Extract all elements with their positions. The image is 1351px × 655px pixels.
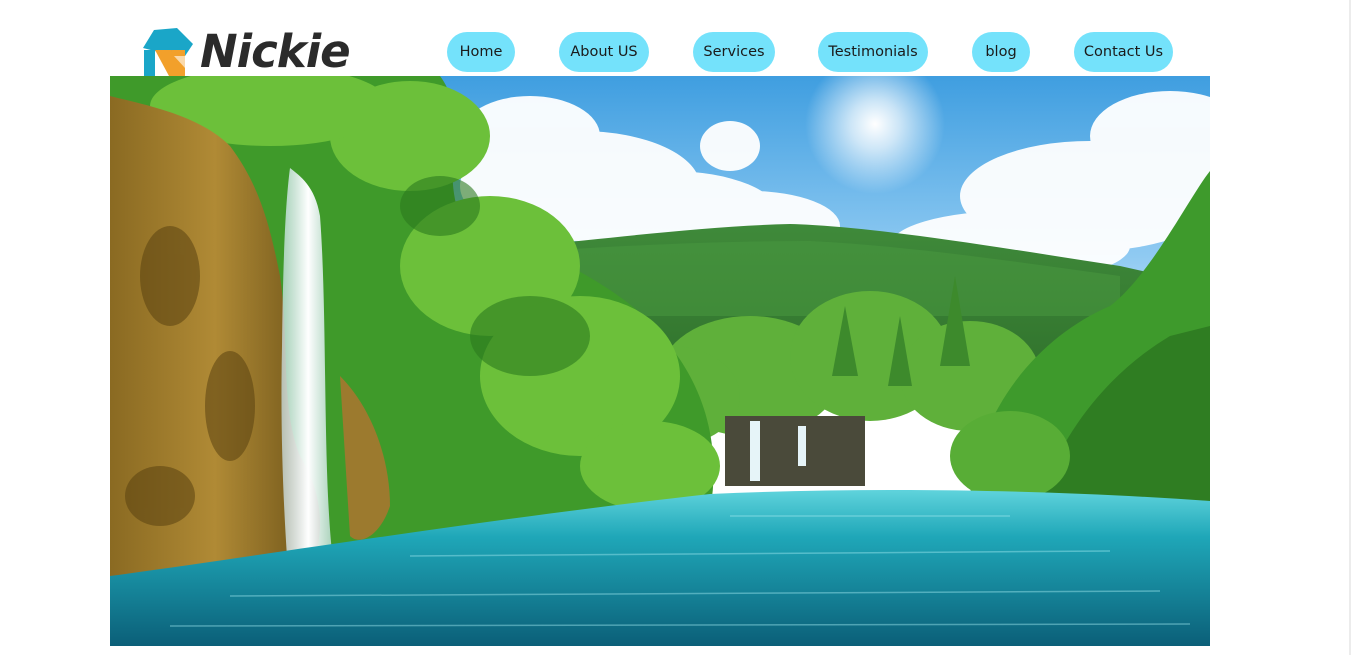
nav-about-us[interactable]: About US [559, 32, 649, 72]
nav-services[interactable]: Services [693, 32, 775, 72]
site-logo[interactable]: Nickie [141, 26, 351, 78]
hero-banner [110, 76, 1210, 646]
nav-contact-us[interactable]: Contact Us [1074, 32, 1173, 72]
brand-name: Nickie [200, 25, 351, 78]
nav-testimonials[interactable]: Testimonials [818, 32, 928, 72]
hero-image [110, 76, 1210, 646]
site-header: Nickie Home About US Services Testimonia… [110, 0, 1210, 78]
nav-home[interactable]: Home [447, 32, 515, 72]
nav-blog[interactable]: blog [972, 32, 1030, 72]
n-logo-icon [143, 28, 193, 76]
